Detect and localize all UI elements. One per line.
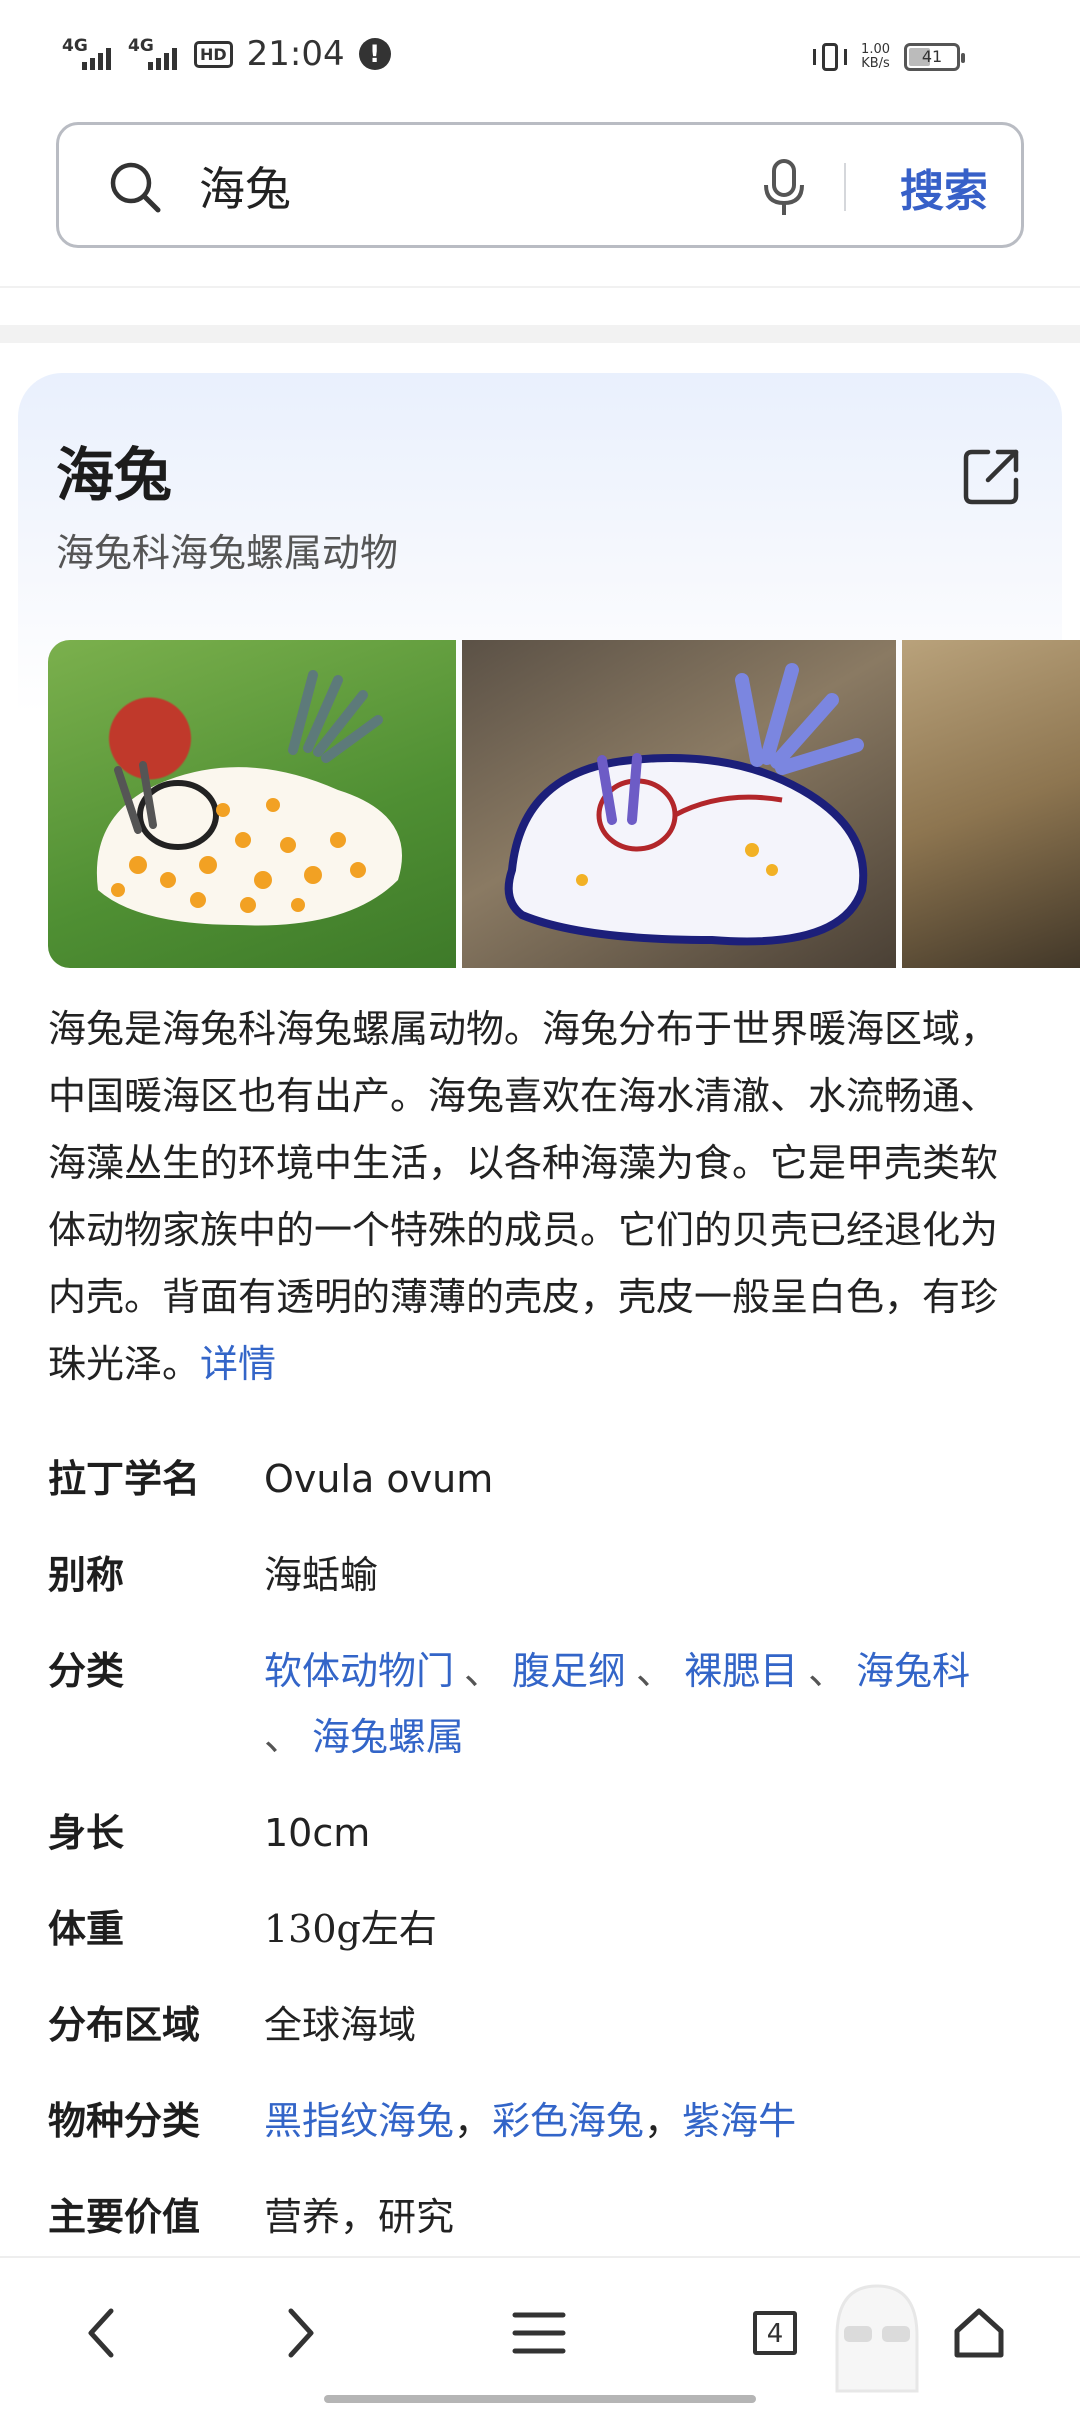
info-label: 物种分类	[48, 2099, 201, 2143]
entry-subtitle: 海兔科海兔螺属动物	[56, 531, 399, 575]
clock: 21:04	[246, 34, 345, 74]
sea-slug-photo-1[interactable]	[48, 640, 456, 968]
info-row-classification: 分类 软体动物门、腹足纲、裸腮目、海兔科、海兔螺属	[48, 1638, 1038, 1770]
home-icon	[954, 2308, 1004, 2358]
vibrate-icon	[813, 40, 848, 74]
species-link[interactable]: 彩色海兔	[492, 2099, 644, 2143]
info-value: 营养，研究	[264, 2195, 455, 2239]
status-right: 1.00 KB/s 41	[813, 40, 965, 74]
separator: 、	[636, 1649, 675, 1693]
info-label: 分布区域	[48, 2003, 201, 2047]
network-speed: 1.00 KB/s	[861, 43, 890, 71]
taxonomy-link-class[interactable]: 腹足纲	[512, 1649, 626, 1693]
back-button[interactable]	[56, 2288, 146, 2378]
section-separator	[0, 325, 1080, 343]
species-link[interactable]: 黑指纹海兔	[264, 2099, 454, 2143]
separator: ，	[644, 2099, 683, 2143]
alert-icon: !	[358, 38, 391, 70]
info-label: 身长	[48, 1811, 125, 1855]
tabs-button[interactable]: 4	[730, 2288, 820, 2378]
info-row-weight: 体重 130g左右	[48, 1896, 1038, 1962]
info-row-length: 身长 10cm	[48, 1800, 1038, 1866]
search-button[interactable]: 搜索	[869, 147, 1019, 227]
taxonomy-link-phylum[interactable]: 软体动物门	[264, 1649, 454, 1693]
info-value: 130g左右	[264, 1907, 437, 1951]
tabs-icon: 4	[753, 2311, 797, 2355]
info-label: 分类	[48, 1649, 125, 1693]
separator: 、	[464, 1649, 503, 1693]
info-row-latin: 拉丁学名 Ovula ovum	[48, 1446, 1038, 1512]
separator: ，	[454, 2099, 493, 2143]
taxonomy-link-order[interactable]: 裸腮目	[684, 1649, 798, 1693]
separator: 、	[264, 1715, 303, 1759]
info-value: 全球海域	[264, 2003, 417, 2047]
sea-slug-photo-2[interactable]	[462, 640, 896, 968]
hd-icon: HD	[194, 40, 233, 68]
search-divider	[844, 163, 846, 211]
signal-icon-2: 4G	[128, 34, 180, 74]
entry-description: 海兔是海兔科海兔螺属动物。海兔分布于世界暖海区域，中国暖海区也有出产。海兔喜欢在…	[48, 996, 1028, 1398]
taxonomy-link-family[interactable]: 海兔科	[856, 1649, 970, 1693]
info-label: 主要价值	[48, 2195, 201, 2239]
info-label: 别称	[48, 1553, 125, 1597]
search-icon	[110, 162, 161, 213]
home-indicator[interactable]	[324, 2395, 756, 2403]
external-link-icon[interactable]	[960, 446, 1022, 508]
info-label: 拉丁学名	[48, 1457, 201, 1501]
info-label: 体重	[48, 1907, 125, 1951]
info-row-region: 分布区域 全球海域	[48, 1992, 1038, 2058]
search-input[interactable]	[199, 153, 779, 219]
forward-icon	[288, 2308, 314, 2358]
battery-icon: 41	[904, 43, 965, 71]
status-left: 4G 4G HD 21:04 !	[62, 34, 391, 74]
info-value: 海蛞蝓	[264, 1553, 379, 1597]
info-value: 软体动物门、腹足纲、裸腮目、海兔科、海兔螺属	[264, 1638, 1038, 1770]
back-icon	[88, 2308, 114, 2358]
forward-button[interactable]	[256, 2288, 346, 2378]
sea-slug-photo-3[interactable]	[902, 640, 1080, 968]
separator: 、	[808, 1649, 847, 1693]
search-bar: 搜索	[56, 122, 1024, 248]
details-link[interactable]: 详情	[200, 1342, 276, 1386]
menu-icon	[512, 2312, 566, 2354]
mic-icon[interactable]	[754, 157, 814, 219]
signal-icon: 4G	[62, 34, 114, 74]
mascot-icon	[835, 2284, 919, 2393]
battery-level: 41	[921, 47, 943, 66]
species-link[interactable]: 紫海牛	[682, 2099, 796, 2143]
menu-button[interactable]	[494, 2288, 584, 2378]
image-gallery[interactable]	[48, 640, 1080, 968]
taxonomy-link-genus[interactable]: 海兔螺属	[312, 1715, 464, 1759]
info-value: Ovula ovum	[264, 1457, 494, 1501]
info-row-alias: 别称 海蛞蝓	[48, 1542, 1038, 1608]
divider	[0, 286, 1080, 288]
entry-title: 海兔	[56, 441, 173, 509]
info-row-species: 物种分类 黑指纹海兔，彩色海兔，紫海牛	[48, 2088, 1038, 2154]
home-button[interactable]	[934, 2288, 1024, 2378]
info-row-value: 主要价值 营养，研究	[48, 2184, 1038, 2250]
description-text: 海兔是海兔科海兔螺属动物。海兔分布于世界暖海区域，中国暖海区也有出产。海兔喜欢在…	[48, 1007, 999, 1386]
network-speed-unit: KB/s	[861, 56, 890, 71]
status-bar: 4G 4G HD 21:04 ! 1.00 KB/s 41	[0, 0, 1080, 110]
network-speed-value: 1.00	[861, 42, 890, 57]
info-value: 黑指纹海兔，彩色海兔，紫海牛	[264, 2088, 1038, 2154]
info-value: 10cm	[264, 1811, 371, 1855]
